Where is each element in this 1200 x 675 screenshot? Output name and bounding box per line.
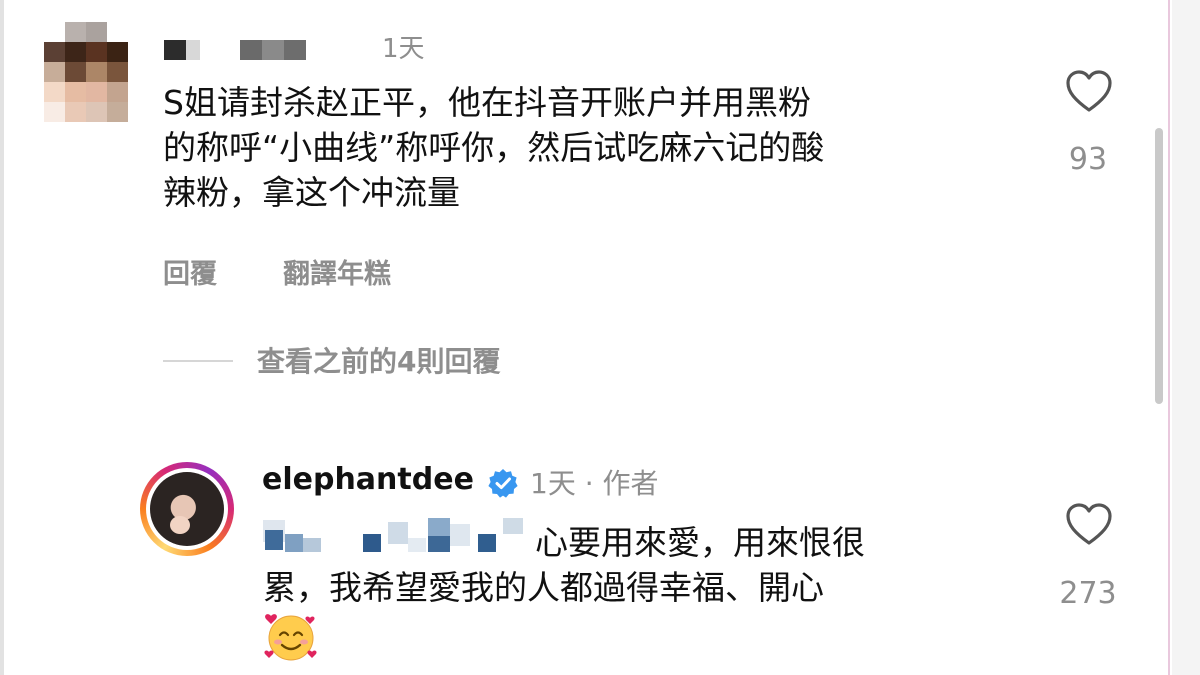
comment-line: S姐请封杀赵正平，他在抖音开账户并用黑粉 xyxy=(163,83,811,122)
avatar-ring-gap xyxy=(146,468,228,550)
right-edge-panel xyxy=(1172,0,1200,675)
right-edge-line xyxy=(1168,0,1170,675)
author-username[interactable]: elephantdee xyxy=(262,462,474,497)
translate-button[interactable]: 翻譯年糕 xyxy=(283,252,391,291)
replies-divider xyxy=(163,360,233,362)
like-count: 273 xyxy=(1059,576,1117,611)
left-edge-divider xyxy=(0,0,4,675)
comment-line: 的称呼“小曲线”称呼你，然后试吃麻六记的酸 xyxy=(163,128,825,167)
verified-badge-icon xyxy=(488,469,518,498)
comment-body: S姐请封杀赵正平，他在抖音开账户并用黑粉 的称呼“小曲线”称呼你，然后试吃麻六记… xyxy=(163,80,824,215)
comment-line: 辣粉，拿这个冲流量 xyxy=(163,173,460,212)
author-avatar-story-ring[interactable] xyxy=(140,462,234,556)
smiling-face-with-hearts-icon xyxy=(264,614,317,661)
view-previous-replies-button[interactable]: 查看之前的4則回覆 xyxy=(257,340,500,380)
reply-body: 心要用來愛，用來恨很 累，我希望愛我的人都過得幸福、開心 xyxy=(263,520,865,610)
commenter-username-pixelated[interactable] xyxy=(164,38,306,60)
author-avatar-photo xyxy=(150,472,224,546)
heart-outline-icon[interactable] xyxy=(1065,70,1113,114)
heart-outline-icon[interactable] xyxy=(1065,503,1113,547)
reply-time-author-label: 1天 · 作者 xyxy=(530,467,659,500)
reply-line: 心要用來愛，用來恨很 xyxy=(535,523,865,562)
reply-line: 累，我希望愛我的人都過得幸福、開心 xyxy=(263,568,824,607)
reply-button[interactable]: 回覆 xyxy=(163,252,217,291)
scrollbar[interactable] xyxy=(1155,128,1163,404)
comment-time: 1天 xyxy=(382,34,425,64)
commenter-avatar-pixelated[interactable] xyxy=(44,22,128,122)
like-count: 93 xyxy=(1068,142,1108,177)
